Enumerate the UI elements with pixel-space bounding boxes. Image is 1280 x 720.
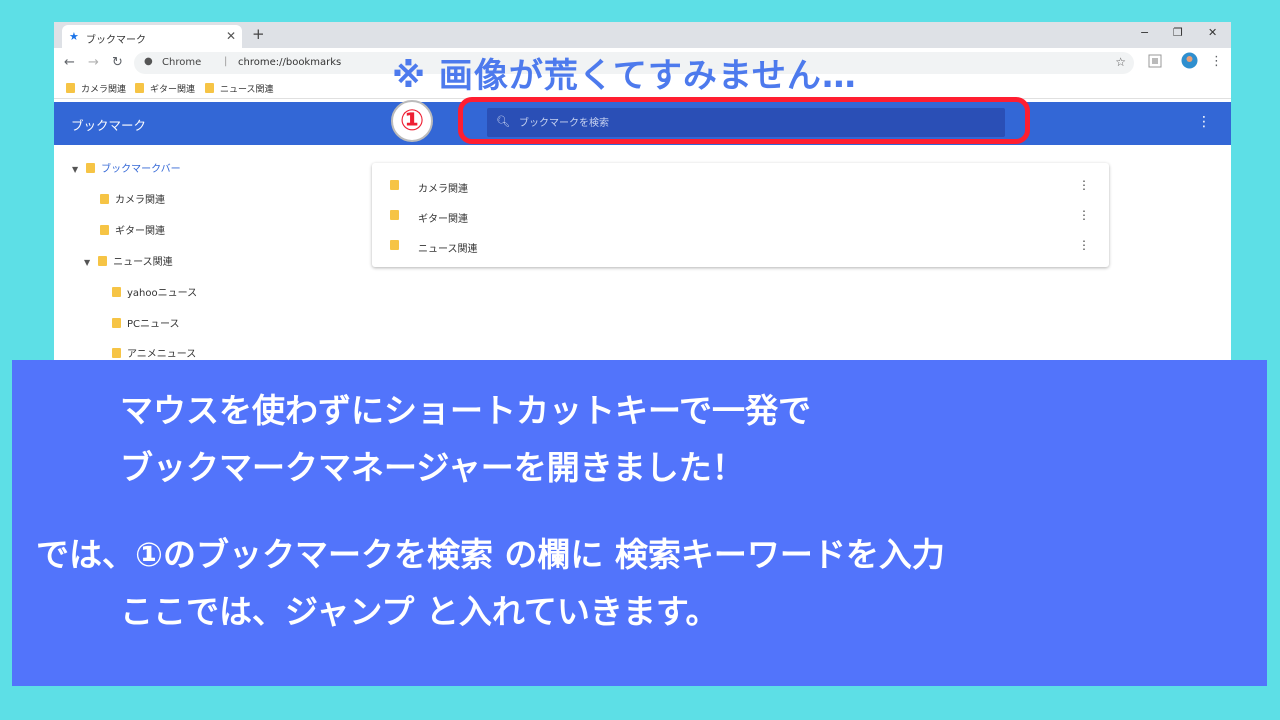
tab-bookmarks[interactable]: ★ ブックマーク ✕ [62, 25, 242, 48]
more-options-icon[interactable]: ⋮ [1078, 238, 1090, 252]
tab-title: ブックマーク [86, 35, 146, 46]
list-item[interactable]: ギター関連 ⋮ [372, 200, 1109, 230]
step-number-badge: ① [391, 100, 433, 142]
profile-avatar[interactable] [1181, 52, 1198, 73]
bookmark-star-icon: ★ [69, 30, 79, 43]
list-item[interactable]: カメラ関連 ⋮ [372, 170, 1109, 200]
folder-icon [86, 163, 96, 173]
expand-arrow-icon[interactable]: ▼ [72, 165, 78, 174]
list-item-label: ギター関連 [418, 214, 468, 225]
list-item[interactable]: ニュース関連 ⋮ [372, 230, 1109, 260]
folder-icon [390, 180, 399, 190]
folder-icon [390, 210, 399, 220]
tree-node-bookmarks-bar[interactable]: ▼ ブックマークバー [72, 160, 181, 175]
bookmark-list: カメラ関連 ⋮ ギター関連 ⋮ ニュース関連 ⋮ [372, 163, 1109, 267]
url-text: chrome://bookmarks [238, 57, 342, 68]
more-options-icon[interactable]: ⋮ [1197, 114, 1211, 130]
folder-icon [112, 287, 121, 297]
tree-node[interactable]: アニメニュース [112, 345, 196, 360]
more-options-icon[interactable]: ⋮ [1078, 178, 1090, 192]
folder-icon [66, 83, 75, 93]
tree-node[interactable]: PCニュース [112, 315, 180, 330]
caption-box: マウスを使わずにショートカットキーで一発で ブックマークマネージャーを開きました… [12, 360, 1267, 686]
chrome-page-icon: ● [144, 56, 153, 67]
list-item-label: ニュース関連 [418, 244, 478, 255]
folder-icon [390, 240, 399, 250]
folder-icon [135, 83, 144, 93]
folder-icon [100, 194, 109, 204]
folder-icon [205, 83, 214, 93]
back-arrow-icon[interactable]: ← [64, 55, 75, 70]
bookmark-bar-item[interactable]: カメラ関連 [66, 82, 126, 95]
browser-menu-icon[interactable]: ⋮ [1210, 54, 1223, 69]
tab-strip: ★ ブックマーク ✕ + − ❐ ✕ [54, 22, 1231, 48]
expand-arrow-icon[interactable]: ▼ [84, 258, 90, 267]
folder-icon [112, 318, 121, 328]
forward-arrow-icon[interactable]: → [88, 55, 99, 70]
reload-icon[interactable]: ↻ [112, 55, 123, 70]
notice-text: ※ 画像が荒くてすみません… [392, 56, 857, 96]
site-label: Chrome [162, 57, 202, 68]
caption-line: ブックマークマネージャーを開きました！ [120, 448, 745, 487]
caption-line: マウスを使わずにショートカットキーで一発で [120, 391, 812, 430]
close-window-button[interactable]: ✕ [1208, 26, 1217, 39]
tree-node[interactable]: yahooニュース [112, 284, 197, 299]
search-highlight-frame [458, 97, 1030, 144]
app-title: ブックマーク [71, 118, 147, 133]
folder-icon [112, 348, 121, 358]
close-tab-icon[interactable]: ✕ [226, 29, 236, 43]
omnibox-divider: | [224, 56, 228, 67]
caption-line: ここでは、ジャンプ と入れていきます。 [120, 592, 719, 631]
maximize-button[interactable]: ❐ [1173, 26, 1183, 39]
caption-line: では、①のブックマークを検索 の欄に 検索キーワードを入力 [36, 535, 945, 574]
more-options-icon[interactable]: ⋮ [1078, 208, 1090, 222]
bookmark-page-star-icon[interactable]: ☆ [1115, 55, 1126, 69]
bookmark-bar-item[interactable]: ギター関連 [135, 82, 195, 95]
extension-icon[interactable] [1148, 53, 1162, 72]
minimize-button[interactable]: − [1140, 26, 1149, 39]
bookmark-bar-item[interactable]: ニュース関連 [205, 82, 274, 95]
tree-node[interactable]: ▼ ニュース関連 [84, 253, 173, 268]
folder-icon [100, 225, 109, 235]
tree-node[interactable]: カメラ関連 [100, 191, 165, 206]
folder-icon [98, 256, 108, 266]
list-item-label: カメラ関連 [418, 184, 468, 195]
new-tab-button[interactable]: + [252, 25, 265, 43]
tree-node[interactable]: ギター関連 [100, 222, 165, 237]
